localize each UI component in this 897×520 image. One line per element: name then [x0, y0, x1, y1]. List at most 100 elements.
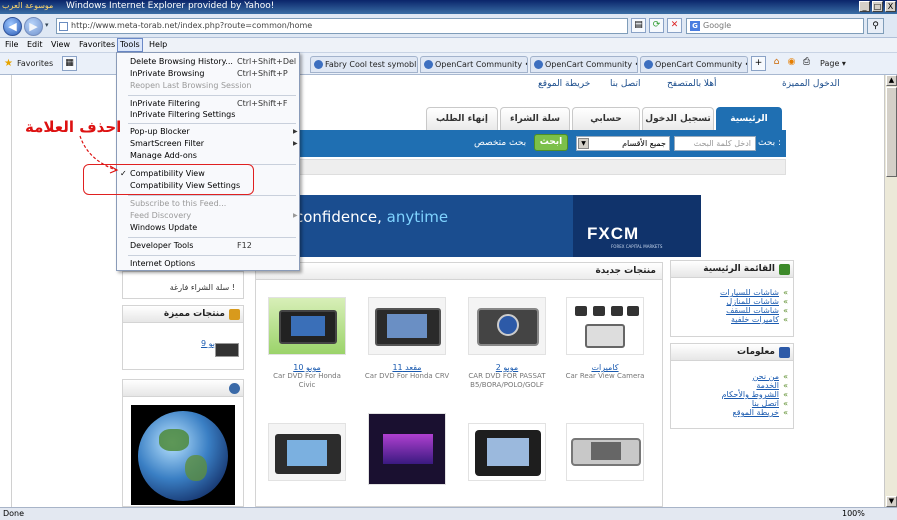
search-placeholder: Google — [703, 21, 732, 30]
menu-separator — [128, 237, 296, 238]
tab-1[interactable]: Fabry Cool test symobl... — [310, 56, 418, 73]
scroll-thumb[interactable] — [886, 87, 897, 177]
minimize-button[interactable]: _ — [859, 1, 870, 12]
menu-favorites[interactable]: Favorites — [79, 40, 115, 49]
menu-tools[interactable]: Tools — [117, 38, 143, 52]
tab-account[interactable]: حسابي — [572, 107, 640, 130]
product-card[interactable] — [364, 413, 450, 485]
back-arrow-icon[interactable]: ◀ — [3, 17, 22, 36]
product-card[interactable]: مقعد 11 Car DVD For Honda CRV — [364, 297, 450, 381]
menuitem-popup-blocker[interactable]: Pop-up Blocker — [130, 127, 190, 136]
site-search-button[interactable]: ابحث — [534, 134, 568, 151]
product-image[interactable] — [368, 413, 446, 485]
link-sitemap[interactable]: خريطة الموقع — [538, 79, 590, 89]
menu-file[interactable]: File — [5, 40, 18, 49]
product-card[interactable]: موبو 10 Car DVD For Honda Civic — [264, 297, 350, 390]
tab-checkout[interactable]: إنهاء الطلب — [426, 107, 498, 130]
home-icon[interactable]: ⌂ — [769, 56, 784, 71]
menuitem-inprivate-filtering-settings[interactable]: InPrivate Filtering Settings — [130, 110, 235, 119]
close-button[interactable]: X — [885, 1, 896, 12]
info-link-3[interactable]: الشروط والأحكام — [722, 390, 789, 399]
stop-icon[interactable]: ✕ — [667, 18, 682, 33]
tab-cart[interactable]: سلة الشراء — [500, 107, 570, 130]
product-image[interactable] — [566, 423, 644, 481]
forward-arrow-icon[interactable]: ▶ — [24, 17, 43, 36]
history-dropdown-icon[interactable]: ▾ — [45, 21, 49, 29]
address-bar[interactable]: http://www.meta-torab.net/index.php?rout… — [56, 18, 628, 34]
featured-header: منتجات مميزة — [123, 306, 243, 323]
link-vip-login[interactable]: الدخول المميزة — [782, 79, 840, 89]
advanced-search-link[interactable]: بحث متخصص — [474, 138, 526, 148]
menuitem-inprivate-filtering[interactable]: InPrivate Filtering Ctrl+Shift+F — [130, 99, 287, 108]
product-name[interactable]: موبو 10 — [264, 363, 350, 372]
product-image[interactable] — [468, 423, 546, 481]
scroll-up-arrow-icon[interactable]: ▲ — [886, 75, 897, 86]
link-contact[interactable]: اتصل بنا — [610, 79, 640, 89]
main-menu-link-3[interactable]: شاشات للسقف — [726, 306, 788, 315]
tab-4-visible[interactable]: OpenCart Community •... — [640, 56, 748, 73]
product-card[interactable]: موبو 2 CAR DVD FOR PASSAT B5/BORA/POLO/G… — [464, 297, 550, 390]
tab-3[interactable]: OpenCart Community •... — [530, 56, 638, 73]
tab-favicon-icon — [644, 60, 653, 69]
maximize-button[interactable]: □ — [872, 1, 883, 12]
menuitem-windows-update[interactable]: Windows Update — [130, 223, 197, 232]
menuitem-internet-options[interactable]: Internet Options — [130, 259, 195, 268]
print-icon[interactable]: ⎙ — [799, 56, 814, 71]
product-card[interactable] — [562, 423, 648, 481]
search-go-icon[interactable]: ⚲ — [867, 18, 884, 34]
main-menu-link-1[interactable]: شاشات للسيارات — [720, 288, 788, 297]
vertical-scrollbar[interactable]: ▲ ▼ — [884, 75, 897, 507]
main-menu-link-2[interactable]: شاشات للمنازل — [726, 297, 787, 306]
favorites-star-icon[interactable]: ★ — [4, 58, 13, 69]
main-menu-title: القائمة الرئيسية — [703, 264, 775, 274]
tab-home[interactable]: الرئيسية — [716, 107, 782, 130]
tab-login[interactable]: تسجيل الدخول — [642, 107, 714, 130]
search-box[interactable]: G Google — [686, 18, 864, 34]
info-link-4[interactable]: اتصل بنا — [752, 399, 788, 408]
chevron-down-icon: ▼ — [578, 138, 589, 149]
product-image[interactable] — [368, 297, 446, 355]
fxcm-logo[interactable]: FXCM FOREX CAPITAL MARKETS — [573, 195, 701, 257]
site-search-input[interactable]: ادخل كلمة البحث — [674, 136, 756, 151]
featured-item-thumbnail[interactable] — [215, 343, 239, 357]
product-name[interactable]: مقعد 11 — [364, 363, 450, 372]
menu-edit[interactable]: Edit — [27, 40, 43, 49]
quick-tabs-icon[interactable]: ▦ — [62, 56, 77, 71]
product-name[interactable]: كاميرات — [562, 363, 648, 372]
new-products-title: منتجات جديدة — [595, 266, 656, 276]
info-link-1[interactable]: من نحن — [753, 372, 789, 381]
new-tab-icon[interactable]: + — [751, 56, 766, 71]
info-link-5[interactable]: خريطة الموقع — [733, 408, 789, 417]
navigation-bar: ◀ ▶ ▾ http://www.meta-torab.net/index.ph… — [0, 14, 897, 38]
info-link-2[interactable]: الخدمة — [756, 381, 787, 390]
product-image[interactable] — [268, 297, 346, 355]
menu-view[interactable]: View — [51, 40, 70, 49]
product-card[interactable] — [464, 423, 550, 481]
product-name[interactable]: موبو 2 — [464, 363, 550, 372]
product-image[interactable] — [468, 297, 546, 355]
main-menu-link-4[interactable]: كاميرات خلفية — [731, 315, 788, 324]
product-card[interactable] — [264, 423, 350, 481]
favorites-label[interactable]: Favorites — [17, 59, 53, 68]
product-card[interactable]: كاميرات Car Rear View Camera — [562, 297, 648, 381]
feeds-icon[interactable]: ◉ — [784, 56, 799, 71]
page-menu[interactable]: Page ▾ — [820, 59, 846, 68]
tab-3-label: OpenCart Community •... — [545, 60, 638, 69]
refresh-icon[interactable]: ⟳ — [649, 18, 664, 33]
tab-2[interactable]: OpenCart Community •... — [420, 56, 528, 73]
menuitem-inprivate-browsing[interactable]: InPrivate Browsing Ctrl+Shift+P — [130, 69, 288, 78]
menuitem-delete-history[interactable]: Delete Browsing History... Ctrl+Shift+Del — [130, 57, 296, 66]
menuitem-manage-addons[interactable]: Manage Add-ons — [130, 151, 197, 160]
menuitem-smartscreen[interactable]: SmartScreen Filter — [130, 139, 204, 148]
left-gutter — [0, 75, 12, 507]
compatibility-icon[interactable]: ▤ — [631, 18, 646, 33]
submenu-arrow-icon: ▶ — [293, 212, 298, 219]
product-image[interactable] — [268, 423, 346, 481]
product-image[interactable] — [566, 297, 644, 355]
menuitem-developer-tools[interactable]: Developer Tools F12 — [130, 241, 252, 250]
menu-help[interactable]: Help — [149, 40, 167, 49]
page-favicon-icon — [59, 22, 68, 31]
scroll-down-arrow-icon[interactable]: ▼ — [886, 496, 897, 507]
category-select[interactable]: ▼ جميع الأقسام — [576, 136, 670, 151]
zoom-level[interactable]: 100% — [842, 509, 865, 518]
